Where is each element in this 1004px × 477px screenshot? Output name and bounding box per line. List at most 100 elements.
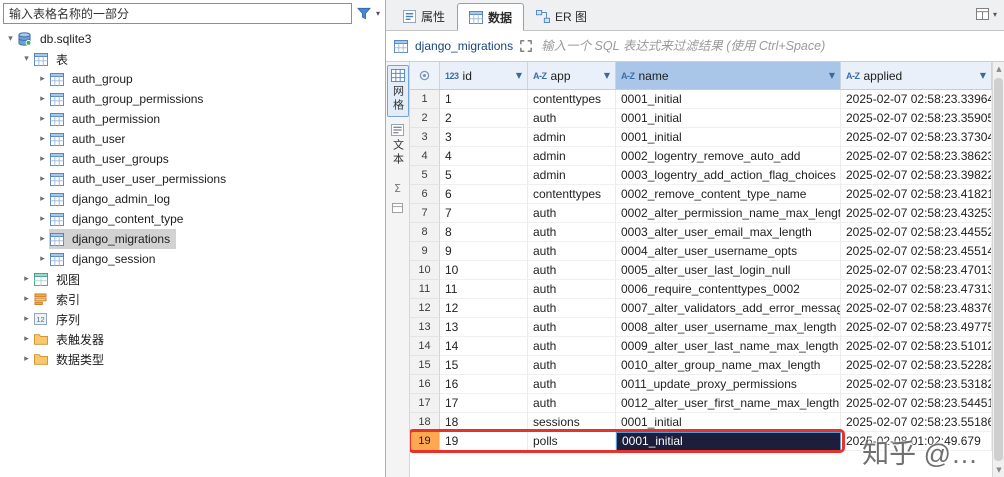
grid-cell-name[interactable]: 0007_alter_validators_add_error_messages: [616, 299, 841, 318]
grid-cell-applied[interactable]: 2025-02-07 02:58:23.339647: [841, 90, 992, 109]
caret-right-icon[interactable]: ▸: [36, 194, 49, 204]
grid-cell-id[interactable]: 11: [440, 280, 528, 299]
grid-cell-id[interactable]: 1: [440, 90, 528, 109]
grid-cell-applied[interactable]: 2025-02-07 02:58:23.455149: [841, 242, 992, 261]
grid-cell-name[interactable]: 0011_update_proxy_permissions: [616, 375, 841, 394]
caret-down-icon[interactable]: ▾: [20, 54, 33, 64]
grid-cell-id[interactable]: 8: [440, 223, 528, 242]
grid-cell-applied[interactable]: 2025-02-07 02:58:23.510125: [841, 337, 992, 356]
row-number[interactable]: 2: [410, 109, 440, 128]
row-number[interactable]: 5: [410, 166, 440, 185]
grid-cell-applied[interactable]: 2025-02-07 02:58:23.418212: [841, 185, 992, 204]
caret-right-icon[interactable]: ▸: [36, 214, 49, 224]
grid-cell-name[interactable]: 0005_alter_user_last_login_null: [616, 261, 841, 280]
grid-cell-app[interactable]: contenttypes: [528, 185, 616, 204]
row-number[interactable]: 9: [410, 242, 440, 261]
grid-cell-name[interactable]: 0008_alter_user_username_max_length: [616, 318, 841, 337]
row-number[interactable]: 18: [410, 413, 440, 432]
row-number[interactable]: 13: [410, 318, 440, 337]
panel-layout-icon[interactable]: [976, 8, 989, 20]
grid-cell-id[interactable]: 16: [440, 375, 528, 394]
filter-funnel-icon[interactable]: [356, 7, 371, 20]
grid-cell-app[interactable]: auth: [528, 394, 616, 413]
grid-cell-app[interactable]: auth: [528, 280, 616, 299]
grid-cell-applied[interactable]: 2025-02-07 02:58:23.531821: [841, 375, 992, 394]
tree-item-table-auth-user-user-permissions[interactable]: ▸ auth_user_user_permissions: [0, 169, 385, 189]
current-table-name[interactable]: django_migrations: [415, 39, 513, 53]
row-number[interactable]: 16: [410, 375, 440, 394]
grid-cell-app[interactable]: auth: [528, 204, 616, 223]
grid-cell-name[interactable]: 0002_logentry_remove_auto_add: [616, 147, 841, 166]
grid-cell-app[interactable]: auth: [528, 337, 616, 356]
row-number[interactable]: 3: [410, 128, 440, 147]
grid-cell-name[interactable]: 0009_alter_user_last_name_max_length: [616, 337, 841, 356]
tab-data[interactable]: 数据: [457, 3, 525, 31]
row-number[interactable]: 19: [410, 432, 440, 451]
tree-item-table-auth-group[interactable]: ▸ auth_group: [0, 69, 385, 89]
grid-cell-name[interactable]: 0012_alter_user_first_name_max_length: [616, 394, 841, 413]
tab-er-diagram[interactable]: ER 图: [524, 2, 599, 30]
caret-right-icon[interactable]: ▸: [36, 134, 49, 144]
grid-corner-button[interactable]: [410, 62, 440, 89]
grid-cell-applied[interactable]: 2025-02-07 02:58:23.497751: [841, 318, 992, 337]
vertical-scrollbar[interactable]: ▲ ▼: [992, 62, 1004, 477]
aggregate-sum-icon[interactable]: Σ: [394, 182, 401, 195]
grid-cell-name[interactable]: 0001_initial: [616, 128, 841, 147]
grid-cell-applied[interactable]: 2025-02-07 02:58:23.483760: [841, 299, 992, 318]
tree-item-table-auth-group-permissions[interactable]: ▸ auth_group_permissions: [0, 89, 385, 109]
grid-cell-id[interactable]: 7: [440, 204, 528, 223]
grid-cell-name[interactable]: 0001_initial: [616, 109, 841, 128]
column-header-id[interactable]: 123 id ▼: [440, 62, 528, 89]
strip-tab-grid-view[interactable]: 网格: [386, 65, 409, 117]
grid-cell-app[interactable]: auth: [528, 375, 616, 394]
grid-cell-id[interactable]: 3: [440, 128, 528, 147]
row-number[interactable]: 11: [410, 280, 440, 299]
caret-right-icon[interactable]: ▸: [20, 294, 33, 304]
row-number[interactable]: 15: [410, 356, 440, 375]
caret-right-icon[interactable]: ▸: [36, 254, 49, 264]
grid-cell-id[interactable]: 19: [440, 432, 528, 451]
caret-right-icon[interactable]: ▸: [36, 94, 49, 104]
tree-item-table-django-session[interactable]: ▸ django_session: [0, 249, 385, 269]
scroll-down-icon[interactable]: ▼: [993, 463, 1004, 477]
grid-cell-name[interactable]: 0003_alter_user_email_max_length: [616, 223, 841, 242]
grid-cell-applied[interactable]: 2025-02-07 02:58:23.432536: [841, 204, 992, 223]
tree-item-indexes-folder[interactable]: ▸ 索引: [0, 289, 385, 309]
grid-cell-id[interactable]: 13: [440, 318, 528, 337]
tree-item-table-auth-permission[interactable]: ▸ auth_permission: [0, 109, 385, 129]
maximize-panel-icon[interactable]: [520, 40, 532, 52]
tree-item-connection-db-sqlite3[interactable]: ▾ db.sqlite3: [0, 29, 385, 49]
tree-item-table-auth-user[interactable]: ▸ auth_user: [0, 129, 385, 149]
grid-cell-app[interactable]: auth: [528, 223, 616, 242]
grid-cell-name[interactable]: 0010_alter_group_name_max_length: [616, 356, 841, 375]
grid-cell-applied[interactable]: 2025-02-07 02:58:23.386232: [841, 147, 992, 166]
grid-cell-id[interactable]: 18: [440, 413, 528, 432]
grid-cell-app[interactable]: polls: [528, 432, 616, 451]
tree-item-table-django-content-type[interactable]: ▸ django_content_type: [0, 209, 385, 229]
strip-tab-text-view[interactable]: 文本: [387, 120, 409, 171]
grid-cell-id[interactable]: 5: [440, 166, 528, 185]
caret-right-icon[interactable]: ▸: [36, 74, 49, 84]
row-number[interactable]: 14: [410, 337, 440, 356]
grid-cell-id[interactable]: 9: [440, 242, 528, 261]
grid-cell-applied[interactable]: 2025-02-07 02:58:23.359050: [841, 109, 992, 128]
scrollbar-thumb[interactable]: [994, 78, 1003, 461]
sql-filter-input[interactable]: [539, 38, 996, 54]
grid-cell-id[interactable]: 17: [440, 394, 528, 413]
caret-right-icon[interactable]: ▸: [20, 314, 33, 324]
grid-cell-app[interactable]: admin: [528, 166, 616, 185]
grid-cell-name[interactable]: 0002_remove_content_type_name: [616, 185, 841, 204]
grid-cell-applied[interactable]: 2025-02-07 02:58:23.551864: [841, 413, 992, 432]
grid-cell-id[interactable]: 12: [440, 299, 528, 318]
table-filter-input[interactable]: [3, 3, 352, 24]
grid-cell-app[interactable]: auth: [528, 318, 616, 337]
caret-right-icon[interactable]: ▸: [20, 334, 33, 344]
grid-cell-app[interactable]: admin: [528, 147, 616, 166]
caret-right-icon[interactable]: ▸: [36, 154, 49, 164]
grid-cell-applied[interactable]: 2025-02-07 02:58:23.544514: [841, 394, 992, 413]
grid-cell-applied[interactable]: 2025-02-07 02:58:23.445526: [841, 223, 992, 242]
column-filter-caret-icon[interactable]: ▼: [980, 71, 986, 80]
grid-cell-id[interactable]: 10: [440, 261, 528, 280]
row-number[interactable]: 4: [410, 147, 440, 166]
grid-cell-applied[interactable]: 2025-02-07 02:58:23.473138: [841, 280, 992, 299]
